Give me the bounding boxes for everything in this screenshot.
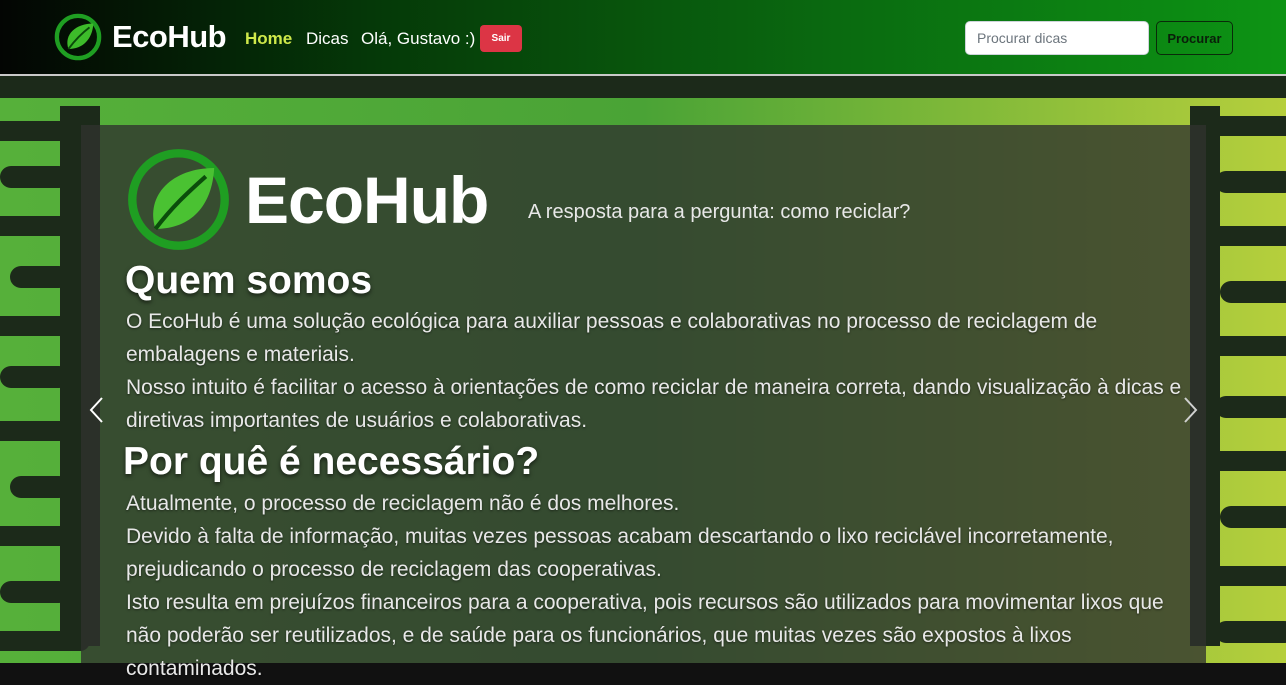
chevron-left-icon[interactable]	[83, 390, 111, 430]
paragraph-line: Devido à falta de informação, muitas vez…	[126, 525, 1114, 581]
paragraph-line: Isto resulta em prejuízos financeiros pa…	[126, 591, 1164, 680]
search-button[interactable]: Procurar	[1156, 21, 1233, 55]
paragraph-line: Nosso intuito é facilitar o acesso à ori…	[126, 376, 1182, 432]
leaf-logo-icon	[54, 13, 102, 61]
search-input[interactable]	[965, 21, 1149, 55]
section-heading-por-que: Por quê é necessário?	[123, 440, 540, 483]
nav-home-link[interactable]: Home	[245, 29, 292, 49]
paragraph-line: Atualmente, o processo de reciclagem não…	[126, 492, 680, 515]
section-heading-quem-somos: Quem somos	[125, 259, 373, 302]
hero-tagline: A resposta para a pergunta: como recicla…	[528, 201, 911, 223]
nav-dicas-link[interactable]: Dicas	[306, 29, 349, 49]
paragraph-line: O EcoHub é uma solução ecológica para au…	[126, 310, 1098, 366]
user-greeting: Olá, Gustavo :)	[361, 29, 476, 48]
section-text-por-que: Atualmente, o processo de reciclagem não…	[126, 487, 1186, 685]
hero-title: EcoHub	[245, 163, 489, 237]
brand-link[interactable]: EcoHub	[54, 13, 227, 61]
leaf-logo-icon	[128, 149, 229, 250]
navbar: EcoHub Home Dicas Olá, Gustavo :) Sair P…	[0, 0, 1286, 76]
section-text-quem-somos: O EcoHub é uma solução ecológica para au…	[126, 305, 1186, 437]
logout-button[interactable]: Sair	[480, 25, 522, 52]
brand-name: EcoHub	[112, 19, 227, 54]
